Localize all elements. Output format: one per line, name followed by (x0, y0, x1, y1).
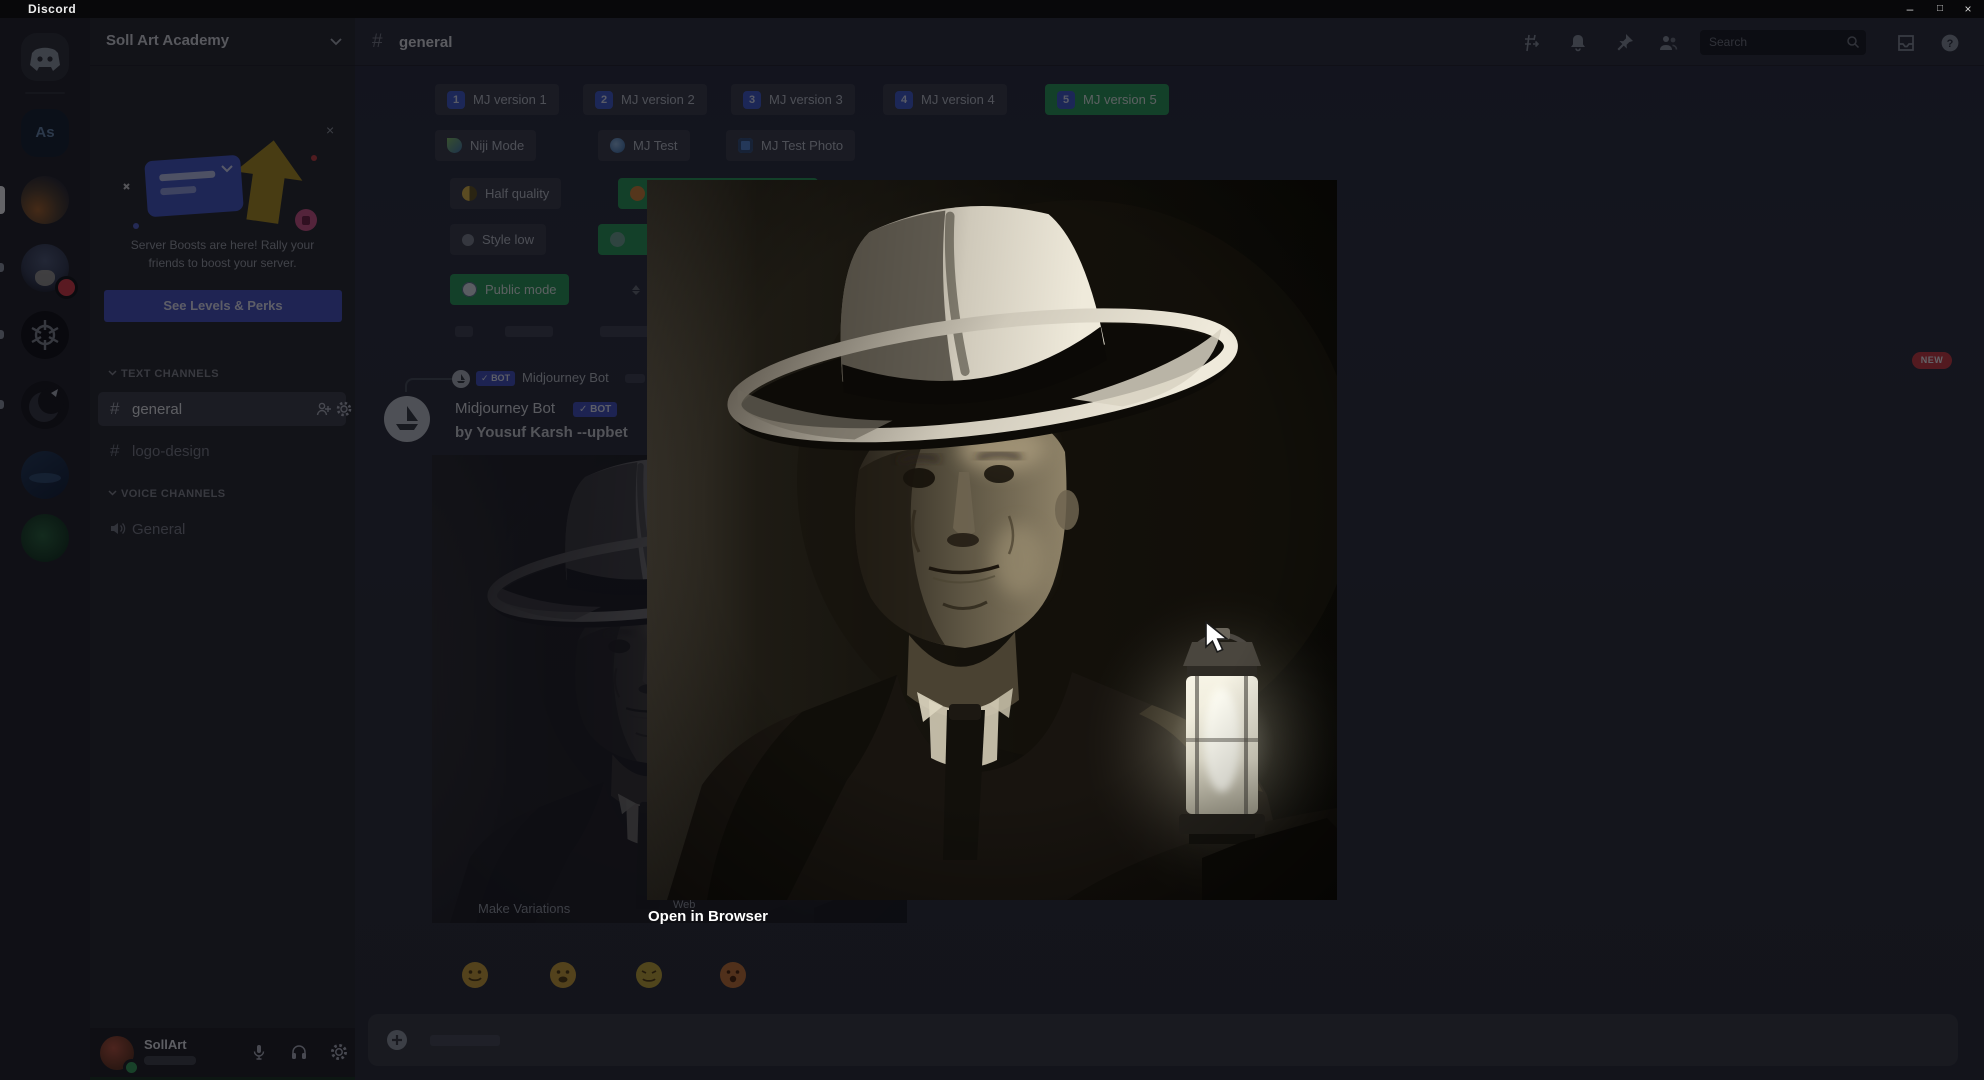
maximize-button[interactable]: □ (1928, 1, 1952, 17)
mouse-cursor (1205, 620, 1230, 654)
lightbox-portrait-image[interactable] (647, 180, 1337, 900)
minimize-button[interactable]: – (1898, 1, 1922, 17)
discord-window: As (0, 0, 1984, 1080)
title-bar: Discord – □ × (0, 0, 1984, 18)
open-in-browser-link[interactable]: Open in Browser (648, 908, 768, 925)
app-title: Discord (28, 2, 77, 16)
close-button[interactable]: × (1956, 1, 1980, 17)
